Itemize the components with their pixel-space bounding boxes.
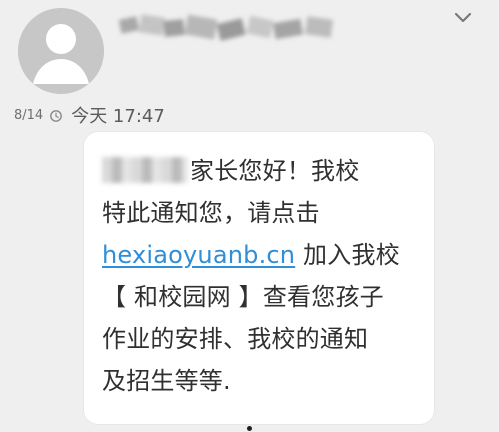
- message-bubble: 家长您好！我校 特此通知您，请点击 hexiaoyuanb.cn 加入我校 【 …: [84, 132, 434, 424]
- recipient-name-blurred: [102, 157, 188, 183]
- message-line-1: 家长您好！我校: [102, 150, 416, 192]
- message-line-1-text: 家长您好！我校: [190, 157, 360, 185]
- avatar[interactable]: [18, 8, 104, 94]
- message-meta: 8/14 今天 17:47: [14, 104, 165, 127]
- message-line-3: hexiaoyuanb.cn 加入我校: [102, 234, 416, 276]
- message-body: 家长您好！我校 特此通知您，请点击 hexiaoyuanb.cn 加入我校 【 …: [102, 150, 416, 402]
- message-line-4: 【 和校园网 】查看您孩子: [102, 283, 384, 311]
- message-line-6: 及招生等等.: [102, 367, 231, 395]
- message-line-2: 特此通知您，请点击: [102, 199, 320, 227]
- clock-icon: [49, 108, 63, 122]
- message-link[interactable]: hexiaoyuanb.cn: [102, 241, 295, 269]
- message-line-5: 作业的安排、我校的通知: [102, 325, 369, 353]
- page-indicator-dot: [247, 426, 252, 431]
- message-date-short: 8/14: [14, 107, 44, 123]
- avatar-icon: [18, 8, 104, 94]
- message-line-3-tail: 加入我校: [295, 241, 400, 269]
- sender-name-blurred: [112, 8, 352, 52]
- chevron-down-icon[interactable]: [452, 8, 474, 26]
- message-datetime: 今天 17:47: [71, 106, 165, 127]
